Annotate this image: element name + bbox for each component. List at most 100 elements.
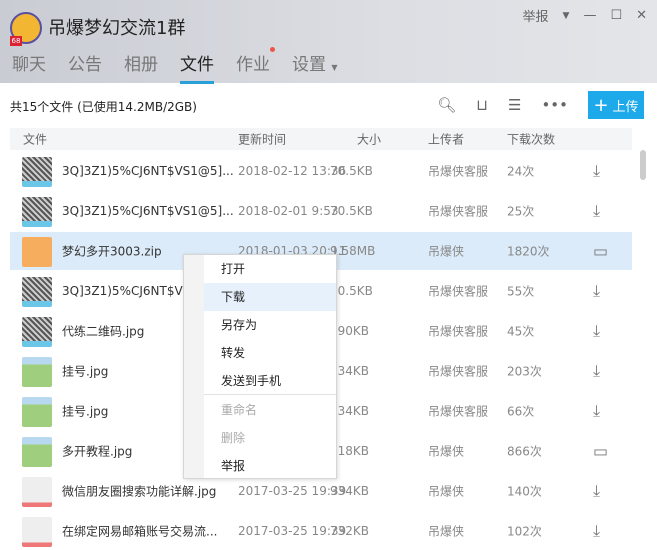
file-thumbnail: [22, 517, 52, 547]
file-uploader: 吊爆侠: [428, 444, 465, 459]
file-name[interactable]: 在绑定网易邮箱账号交易流...: [62, 523, 217, 540]
file-downloads: 866次: [507, 444, 542, 459]
file-uploader: 吊爆侠客服: [428, 364, 489, 379]
file-name[interactable]: 挂号.jpg: [62, 403, 108, 420]
close-icon[interactable]: ✕: [636, 8, 647, 23]
group-avatar[interactable]: 68: [10, 12, 42, 46]
file-thumbnail: [22, 397, 52, 427]
file-downloads: 1820次: [507, 244, 550, 259]
file-uploader: 吊爆侠: [428, 244, 465, 259]
menu-item-save-as[interactable]: 另存为: [204, 311, 336, 339]
folder-icon[interactable]: ▭: [593, 442, 608, 461]
file-thumbnail: [22, 277, 52, 307]
file-uploader: 吊爆侠客服: [428, 324, 489, 339]
column-uploader[interactable]: 上传者: [428, 131, 464, 148]
download-icon[interactable]: ⤓: [593, 361, 600, 381]
file-thumbnail: [22, 157, 52, 187]
file-time: 2018-02-01 9:53: [238, 204, 339, 218]
menu-item-open[interactable]: 打开: [204, 255, 336, 283]
column-downloads[interactable]: 下载次数: [507, 131, 555, 148]
tab-announcement[interactable]: 公告: [68, 50, 102, 83]
menu-divider: [204, 394, 336, 395]
download-icon[interactable]: ⤓: [593, 201, 600, 221]
tab-label: 作业: [236, 55, 270, 75]
file-size: 70.5KB: [330, 164, 373, 178]
file-name[interactable]: 3Q]3Z1)5%CJ6NT$VS1@5]...: [62, 164, 234, 178]
file-uploader: 吊爆侠客服: [428, 284, 489, 299]
tab-settings[interactable]: 设置 ▼: [292, 50, 338, 83]
file-uploader: 吊爆侠客服: [428, 204, 489, 219]
upload-button[interactable]: + 上传: [588, 91, 644, 119]
file-downloads: 203次: [507, 364, 542, 379]
chevron-down-icon: ▼: [331, 63, 338, 72]
column-file[interactable]: 文件: [23, 131, 47, 148]
notification-dot: [270, 47, 275, 52]
file-summary: 共15个文件 (已使用14.2MB/2GB): [10, 100, 197, 114]
file-name[interactable]: 微信朋友圈搜索功能详解.jpg: [62, 483, 216, 500]
report-button[interactable]: 举报: [523, 6, 549, 25]
menu-item-delete: 删除: [221, 431, 246, 445]
download-icon[interactable]: ⤓: [593, 481, 600, 501]
table-row[interactable]: 3Q]3Z1)5%CJ6NT$VS1@5]... 2018-02-12 13:3…: [10, 152, 632, 190]
menu-item-report[interactable]: 举报: [204, 452, 336, 480]
file-uploader: 吊爆侠: [428, 524, 465, 539]
menu-item-rename: 重命名: [221, 403, 258, 417]
minimize-icon[interactable]: —: [583, 8, 596, 23]
download-icon[interactable]: ⤓: [593, 401, 600, 421]
table-header: 文件 更新时间 大小 上传者 下载次数: [10, 128, 632, 150]
download-icon[interactable]: ⤓: [593, 161, 600, 181]
file-thumbnail: [22, 317, 52, 347]
file-downloads: 140次: [507, 484, 542, 499]
file-size: 732KB: [330, 524, 370, 538]
menu-item-send-to-phone[interactable]: 发送到手机: [204, 367, 336, 395]
file-downloads: 55次: [507, 284, 535, 299]
tab-label: 设置: [292, 55, 326, 75]
file-downloads: 24次: [507, 164, 535, 179]
file-size: 934KB: [330, 484, 370, 498]
avatar-badge: 68: [10, 36, 22, 46]
tab-chat[interactable]: 聊天: [12, 50, 46, 83]
file-name[interactable]: 代练二维码.jpg: [62, 323, 144, 340]
file-thumbnail: [22, 237, 52, 267]
column-time[interactable]: 更新时间: [238, 131, 286, 148]
file-name[interactable]: 3Q]3Z1)5%CJ6NT$VS: [62, 284, 190, 298]
more-icon[interactable]: •••: [541, 96, 568, 114]
file-size: 70.5KB: [330, 204, 373, 218]
column-size[interactable]: 大小: [357, 131, 381, 148]
upload-label: 上传: [612, 99, 639, 115]
file-downloads: 45次: [507, 324, 535, 339]
file-thumbnail: [22, 197, 52, 227]
file-downloads: 102次: [507, 524, 542, 539]
tab-homework[interactable]: 作业: [236, 47, 275, 83]
file-uploader: 吊爆侠客服: [428, 404, 489, 419]
menu-item-forward[interactable]: 转发: [204, 339, 336, 367]
group-title: 吊爆梦幻交流1群: [48, 18, 186, 39]
inbox-icon[interactable]: ⊔: [476, 96, 488, 114]
context-menu: 打开 下载 另存为 转发 发送到手机 重命名 删除 举报: [183, 254, 337, 479]
tab-album[interactable]: 相册: [124, 50, 158, 83]
file-name[interactable]: 多开教程.jpg: [62, 443, 132, 460]
menu-item-download[interactable]: 下载: [204, 283, 336, 311]
download-icon[interactable]: ⤓: [593, 321, 600, 341]
list-view-icon[interactable]: ☰: [508, 96, 521, 114]
dropdown-icon[interactable]: ▼: [563, 11, 570, 21]
title-bar: 68 吊爆梦幻交流1群 举报 ▼ — ☐ ✕ 聊天 公告 相册 文件 作业 设置…: [0, 0, 657, 84]
folder-icon[interactable]: ▭: [593, 242, 608, 261]
file-thumbnail: [22, 437, 52, 467]
table-row[interactable]: 3Q]3Z1)5%CJ6NT$VS1@5]... 2018-02-01 9:53…: [10, 192, 632, 230]
maximize-icon[interactable]: ☐: [610, 8, 622, 23]
file-name[interactable]: 梦幻多开3003.zip: [62, 243, 162, 260]
scrollbar[interactable]: [640, 150, 646, 180]
search-icon[interactable]: 🔍︎: [437, 96, 456, 114]
file-name[interactable]: 挂号.jpg: [62, 363, 108, 380]
file-uploader: 吊爆侠客服: [428, 164, 489, 179]
table-row[interactable]: 在绑定网易邮箱账号交易流... 2017-03-25 19:39 732KB 吊…: [10, 512, 632, 550]
file-downloads: 66次: [507, 404, 535, 419]
tab-files[interactable]: 文件: [180, 50, 214, 84]
file-thumbnail: [22, 357, 52, 387]
download-icon[interactable]: ⤓: [593, 521, 600, 541]
file-name[interactable]: 3Q]3Z1)5%CJ6NT$VS1@5]...: [62, 204, 234, 218]
file-thumbnail: [22, 477, 52, 507]
file-uploader: 吊爆侠: [428, 484, 465, 499]
download-icon[interactable]: ⤓: [593, 281, 600, 301]
